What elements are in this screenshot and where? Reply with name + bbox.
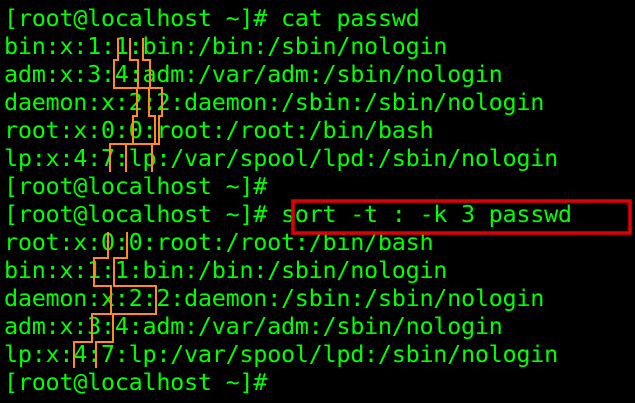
terminal-line-prompt: [root@localhost ~]# bbox=[4, 368, 268, 396]
terminal-line-output: daemon:x:2:2:daemon:/sbin:/sbin/nologin bbox=[4, 88, 545, 116]
terminal-line-output: adm:x:3:4:adm:/var/adm:/sbin/nologin bbox=[4, 60, 503, 88]
terminal-line-output: adm:x:3:4:adm:/var/adm:/sbin/nologin bbox=[4, 312, 503, 340]
terminal-window[interactable]: [root@localhost ~]# cat passwd bin:x:1:1… bbox=[0, 0, 635, 403]
terminal-line-output: daemon:x:2:2:daemon:/sbin:/sbin/nologin bbox=[4, 284, 545, 312]
terminal-line-output: root:x:0:0:root:/root:/bin/bash bbox=[4, 228, 434, 256]
terminal-line-cat-command: [root@localhost ~]# cat passwd bbox=[4, 4, 420, 32]
terminal-line-output: bin:x:1:1:bin:/bin:/sbin/nologin bbox=[4, 32, 448, 60]
terminal-line-output: lp:x:4:7:lp:/var/spool/lpd:/sbin/nologin bbox=[4, 144, 558, 172]
terminal-line-sort-command: [root@localhost ~]# sort -t : -k 3 passw… bbox=[4, 200, 572, 228]
terminal-line-output: root:x:0:0:root:/root:/bin/bash bbox=[4, 116, 434, 144]
terminal-line-prompt: [root@localhost ~]# bbox=[4, 172, 268, 200]
terminal-line-output: lp:x:4:7:lp:/var/spool/lpd:/sbin/nologin bbox=[4, 340, 558, 368]
terminal-line-output: bin:x:1:1:bin:/bin:/sbin/nologin bbox=[4, 256, 448, 284]
